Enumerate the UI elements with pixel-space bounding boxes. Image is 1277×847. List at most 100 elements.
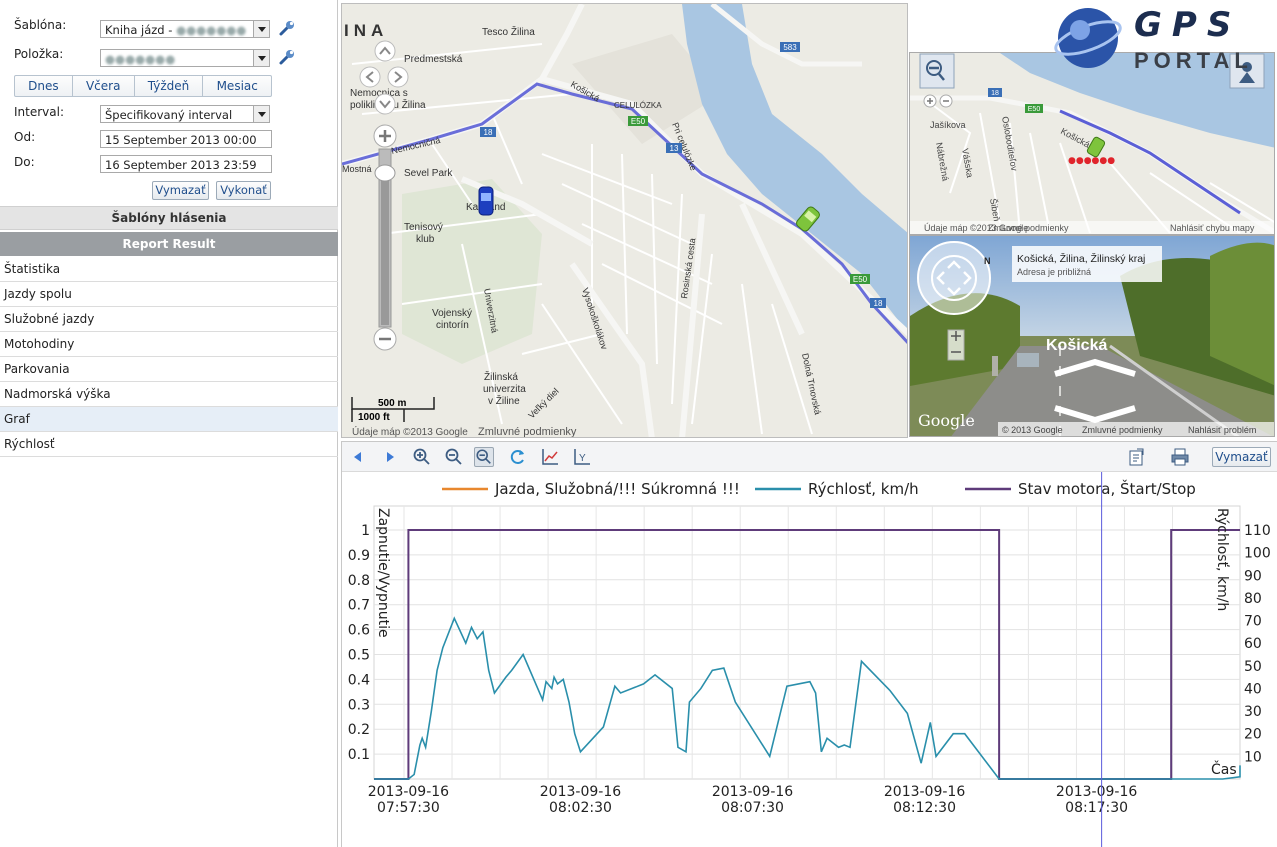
x-axis-ticks: 2013-09-1607:57:302013-09-1608:02:302013… <box>368 784 1138 816</box>
map-label: Tenisový <box>404 222 443 233</box>
report-item-rychlost[interactable]: Rýchlosť <box>0 432 338 457</box>
logo-line1: GPS <box>1134 5 1241 45</box>
refresh-icon[interactable] <box>508 447 528 467</box>
x-tick-time: 08:17:30 <box>1065 800 1128 816</box>
left-tick-label: 0.6 <box>348 623 370 639</box>
right-tick-label: 110 <box>1244 523 1271 539</box>
sablona-redacted: ●●●●●●● <box>176 23 247 37</box>
right-tick-label: 40 <box>1244 681 1262 697</box>
overview-minimap[interactable]: 18 E50 Jašíkova Nábrežná Vášska Oslobodi… <box>909 52 1275 235</box>
x-tick-time: 08:02:30 <box>549 800 612 816</box>
vymazat-button[interactable]: Vymazať <box>152 181 209 200</box>
x-tick-date: 2013-09-16 <box>884 784 965 800</box>
x-tick-time: 08:12:30 <box>893 800 956 816</box>
right-axis-label: Rýchlosť, km/h <box>1214 508 1230 611</box>
polozka-select[interactable]: ●●●●●●● <box>100 49 270 67</box>
report-item-motohodiny[interactable]: Motohodiny <box>0 332 338 357</box>
report-item-statistika[interactable]: Štatistika <box>0 257 338 282</box>
left-tick-label: 0.1 <box>348 747 370 763</box>
do-input[interactable]: 16 September 2013 23:59 <box>100 155 272 173</box>
report-item-nadmorska-vyska[interactable]: Nadmorská výška <box>0 382 338 407</box>
map-label: klub <box>416 234 435 245</box>
report-item-sluzobne-jazdy[interactable]: Služobné jazdy <box>0 307 338 332</box>
zoom-out-icon[interactable] <box>444 447 464 467</box>
road-badge: 583 <box>783 43 797 52</box>
report-item-graf[interactable]: Graf <box>0 407 338 432</box>
streetview-road-label: Košická <box>1046 337 1107 354</box>
export-icon[interactable] <box>1126 447 1146 467</box>
report-item-jazdy-spolu[interactable]: Jazdy spolu <box>0 282 338 307</box>
map-label: Predmestská <box>404 54 463 65</box>
od-input[interactable]: 15 September 2013 00:00 <box>100 130 272 148</box>
minimap-redacted: ●●●●●● <box>1068 156 1115 166</box>
streetview-zoom[interactable] <box>947 329 965 361</box>
scale-ft: 1000 ft <box>358 412 390 423</box>
left-tick-label: 0.2 <box>348 722 370 738</box>
right-tick-label: 60 <box>1244 636 1262 652</box>
speed-engine-chart[interactable]: Jazda, Služobná/!!! Súkromná !!! Rýchlosť… <box>342 472 1277 847</box>
map-label: CELULÓZKA <box>614 101 662 110</box>
left-tick-label: 0.9 <box>348 548 370 564</box>
logo-line2: PORTAL <box>1134 48 1253 73</box>
right-tick-label: 50 <box>1244 659 1262 675</box>
y-axis-icon[interactable]: Y <box>572 447 592 467</box>
minimap-report-link: Nahlásiť chybu mapy <box>1170 223 1255 233</box>
arrow-right-icon[interactable] <box>380 447 400 467</box>
minimap-terms: Zmluvné podmienky <box>988 223 1069 233</box>
x-tick-date: 2013-09-16 <box>368 784 449 800</box>
wrench-icon[interactable] <box>278 48 296 66</box>
x-tick-date: 2013-09-16 <box>1056 784 1137 800</box>
chevron-down-icon[interactable] <box>253 21 269 37</box>
map-label: Žilinská <box>484 370 518 383</box>
x-tick-time: 07:57:30 <box>377 800 440 816</box>
sablona-value: Kniha jázd - <box>105 23 177 37</box>
map-label: Tesco Žilina <box>482 25 535 38</box>
streetview-compass[interactable]: N <box>917 241 991 315</box>
sablona-select[interactable]: Kniha jázd - ●●●●●●● <box>100 20 270 38</box>
route-map[interactable]: INA Tesco Žilina Predmestská Nemocnica s… <box>341 3 908 438</box>
chevron-down-icon[interactable] <box>253 106 269 122</box>
do-label: Do: <box>14 155 35 169</box>
legend-label: Jazda, Služobná/!!! Súkromná !!! <box>494 480 740 498</box>
road-badge: E50 <box>631 117 646 126</box>
map-label: Mostná <box>342 164 372 174</box>
chart-gridlines <box>373 505 1241 780</box>
left-tick-label: 0.7 <box>348 598 370 614</box>
interval-select[interactable]: Špecifikovaný interval <box>100 105 270 123</box>
right-tick-label: 70 <box>1244 614 1262 630</box>
street-view-panel[interactable]: N Košická, Žilina, Žilinský kraj Adresa … <box>909 235 1275 437</box>
sablony-hlasenia-header[interactable]: Šablóny hlásenia <box>0 206 338 230</box>
interval-label: Interval: <box>14 105 64 119</box>
zoom-out-map-button[interactable] <box>919 53 955 89</box>
svg-text:Y: Y <box>579 453 586 464</box>
zoom-in-icon[interactable] <box>412 447 432 467</box>
right-tick-label: 20 <box>1244 727 1262 743</box>
mesiac-button[interactable]: Mesiac <box>203 76 271 96</box>
vykonat-button[interactable]: Vykonať <box>216 181 271 200</box>
polozka-label: Položka: <box>14 47 64 61</box>
chevron-down-icon[interactable] <box>253 50 269 66</box>
vcera-button[interactable]: Včera <box>73 76 135 96</box>
clear-graph-button[interactable]: Vymazať <box>1212 447 1271 467</box>
dnes-button[interactable]: Dnes <box>15 76 73 96</box>
print-icon[interactable] <box>1170 447 1190 467</box>
left-axis-ticks: 0.1 0.2 0.3 0.4 0.5 0.6 0.7 0.8 0.9 1 <box>348 523 370 763</box>
legend-label: Stav motora, Štart/Stop <box>1018 479 1196 498</box>
arrow-left-icon[interactable] <box>348 447 368 467</box>
report-list: Štatistika Jazdy spolu Služobné jazdy Mo… <box>0 257 338 457</box>
zoom-reset-icon[interactable] <box>474 447 494 467</box>
report-item-parkovania[interactable]: Parkovania <box>0 357 338 382</box>
tyzden-button[interactable]: Týždeň <box>135 76 204 96</box>
left-axis-label: Zapnutie/Vypnutie <box>375 508 391 638</box>
map-label: INA <box>344 21 388 40</box>
chart-axes-icon[interactable] <box>540 447 560 467</box>
x-tick-time: 08:07:30 <box>721 800 784 816</box>
wrench-icon[interactable] <box>278 19 296 37</box>
scale-m: 500 m <box>378 398 406 409</box>
left-panel: Šablóna: Kniha jázd - ●●●●●●● Položka: ●… <box>0 0 338 847</box>
left-tick-label: 0.5 <box>348 648 370 664</box>
map-label: Vojenský <box>432 308 472 319</box>
streetview-copyright: © 2013 Google <box>1002 425 1063 435</box>
x-tick-date: 2013-09-16 <box>712 784 793 800</box>
plot-frame <box>373 505 1241 780</box>
